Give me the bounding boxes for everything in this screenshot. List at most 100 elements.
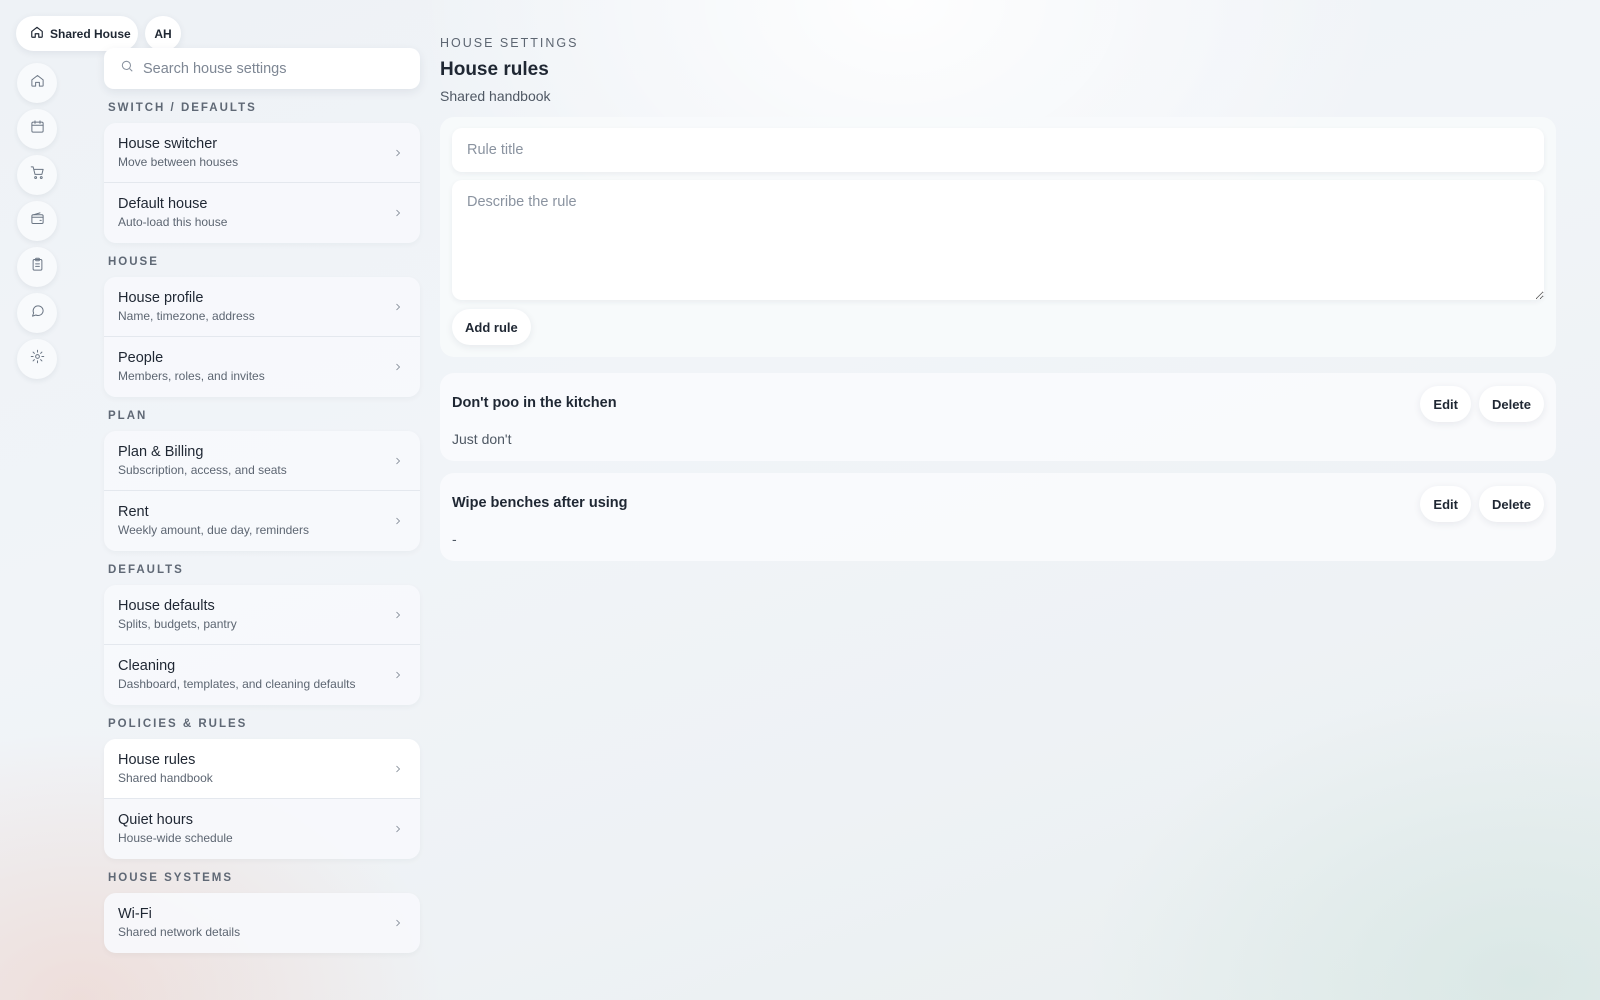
gear-icon [30, 349, 45, 369]
sidebar-item-rent[interactable]: Rent Weekly amount, due day, reminders [104, 491, 420, 551]
sidebar-item-subtitle: Weekly amount, due day, reminders [118, 523, 309, 537]
edit-rule-button[interactable]: Edit [1420, 386, 1471, 422]
chevron-right-icon [392, 668, 404, 680]
rule-card: Don't poo in the kitchen Just don't Edit De… [440, 373, 1556, 461]
edit-rule-button[interactable]: Edit [1420, 486, 1471, 522]
rail-home-button[interactable] [17, 63, 57, 103]
rule-title: Don't poo in the kitchen [452, 395, 617, 411]
rule-description-input[interactable] [452, 180, 1544, 300]
sidebar-item-title: Rent [118, 504, 149, 520]
group-label: HOUSE SYSTEMS [108, 872, 234, 884]
rule-actions: Edit Delete [1420, 386, 1544, 422]
main-panel: HOUSE SETTINGS House rules Shared handbo… [440, 36, 1556, 561]
sidebar-item-house-rules[interactable]: House rules Shared handbook [104, 739, 420, 799]
settings-group: House switcher Move between houses Default… [104, 123, 420, 243]
sidebar-item-title: House switcher [118, 136, 218, 152]
house-switcher-chip[interactable]: Shared House [16, 16, 138, 51]
chevron-right-icon [392, 206, 404, 218]
sidebar-item-subtitle: Shared network details [118, 925, 241, 939]
settings-group: Wi-Fi Shared network details [104, 893, 420, 953]
chat-icon [30, 303, 45, 323]
sidebar-item-house-switcher[interactable]: House switcher Move between houses [104, 123, 420, 183]
chevron-right-icon [392, 916, 404, 928]
sidebar-item-title: Default house [118, 196, 208, 212]
chevron-right-icon [392, 762, 404, 774]
home-icon [30, 25, 44, 42]
rule-card: Wipe benches after using - Edit Delete [440, 473, 1556, 561]
group-label: SWITCH / DEFAULTS [108, 102, 257, 114]
rail-calendar-button[interactable] [17, 109, 57, 149]
sidebar-item-house-profile[interactable]: House profile Name, timezone, address [104, 277, 420, 337]
clipboard-icon [30, 257, 45, 277]
sidebar-item-subtitle: Name, timezone, address [118, 309, 255, 323]
chevron-right-icon [392, 360, 404, 372]
search-box[interactable] [104, 48, 420, 89]
settings-sidebar: SWITCH / DEFAULTS House switcher Move betw… [104, 48, 420, 953]
section-eyebrow: HOUSE SETTINGS [440, 36, 579, 50]
rule-description: - [452, 531, 457, 547]
page-subtitle: Shared handbook [440, 88, 551, 104]
rule-description: Just don't [452, 431, 512, 447]
sidebar-item-default-house[interactable]: Default house Auto-load this house [104, 183, 420, 243]
sidebar-item-people[interactable]: People Members, roles, and invites [104, 337, 420, 397]
chevron-right-icon [392, 300, 404, 312]
search-icon [120, 59, 134, 78]
settings-group: House profile Name, timezone, address Peop… [104, 277, 420, 397]
sidebar-item-subtitle: Auto-load this house [118, 215, 228, 229]
group-label: HOUSE [108, 256, 159, 268]
settings-group: House defaults Splits, budgets, pantry Cle… [104, 585, 420, 705]
sidebar-item-cleaning[interactable]: Cleaning Dashboard, templates, and cleani… [104, 645, 420, 705]
rail-clipboard-button[interactable] [17, 247, 57, 287]
rail-cart-button[interactable] [17, 155, 57, 195]
page-title: House rules [440, 59, 549, 80]
rule-title: Wipe benches after using [452, 495, 628, 511]
sidebar-item-title: Plan & Billing [118, 444, 204, 460]
group-label: PLAN [108, 410, 148, 422]
rule-title-input[interactable] [452, 128, 1544, 172]
sidebar-item-title: House rules [118, 752, 196, 768]
add-rule-button[interactable]: Add rule [452, 309, 531, 345]
group-label: DEFAULTS [108, 564, 184, 576]
chevron-right-icon [392, 146, 404, 158]
calendar-icon [30, 119, 45, 139]
sidebar-item-house-defaults[interactable]: House defaults Splits, budgets, pantry [104, 585, 420, 645]
sidebar-item-subtitle: Move between houses [118, 155, 239, 169]
sidebar-item-title: Cleaning [118, 658, 176, 674]
settings-group: House rules Shared handbook Quiet hours Hou… [104, 739, 420, 859]
sidebar-item-quiet-hours[interactable]: Quiet hours House-wide schedule [104, 799, 420, 859]
chevron-right-icon [392, 454, 404, 466]
search-input[interactable] [143, 60, 393, 77]
sidebar-item-title: House defaults [118, 598, 215, 614]
sidebar-item-title: Quiet hours [118, 812, 193, 828]
current-house-label: Shared House [50, 26, 131, 41]
sidebar-item-title: Wi-Fi [118, 906, 152, 922]
chevron-right-icon [392, 608, 404, 620]
sidebar-item-subtitle: House-wide schedule [118, 831, 233, 845]
sidebar-item-title: People [118, 350, 164, 366]
sidebar-item-plan-billing[interactable]: Plan & Billing Subscription, access, and … [104, 431, 420, 491]
chevron-right-icon [392, 822, 404, 834]
home-icon [30, 73, 45, 93]
rules-list: Don't poo in the kitchen Just don't Edit De… [440, 373, 1556, 561]
sidebar-item-title: House profile [118, 290, 204, 306]
sidebar-item-wi-fi[interactable]: Wi-Fi Shared network details [104, 893, 420, 953]
rail-chat-button[interactable] [17, 293, 57, 333]
rule-actions: Edit Delete [1420, 486, 1544, 522]
group-label: POLICIES & RULES [108, 718, 248, 730]
wallet-icon [30, 211, 45, 231]
add-rule-form: Add rule [440, 117, 1556, 357]
settings-groups: SWITCH / DEFAULTS House switcher Move betw… [104, 101, 420, 953]
avatar[interactable]: AH [145, 16, 181, 51]
chevron-right-icon [392, 514, 404, 526]
delete-rule-button[interactable]: Delete [1478, 386, 1544, 422]
sidebar-item-subtitle: Subscription, access, and seats [118, 463, 287, 477]
rail-settings-button[interactable] [17, 339, 57, 379]
delete-rule-button[interactable]: Delete [1478, 486, 1544, 522]
cart-icon [30, 165, 45, 185]
sidebar-item-subtitle: Dashboard, templates, and cleaning defau… [118, 677, 356, 691]
settings-group: Plan & Billing Subscription, access, and … [104, 431, 420, 551]
sidebar-item-subtitle: Shared handbook [118, 771, 213, 785]
icon-rail [17, 63, 57, 385]
rail-wallet-button[interactable] [17, 201, 57, 241]
sidebar-item-subtitle: Splits, budgets, pantry [118, 617, 237, 631]
